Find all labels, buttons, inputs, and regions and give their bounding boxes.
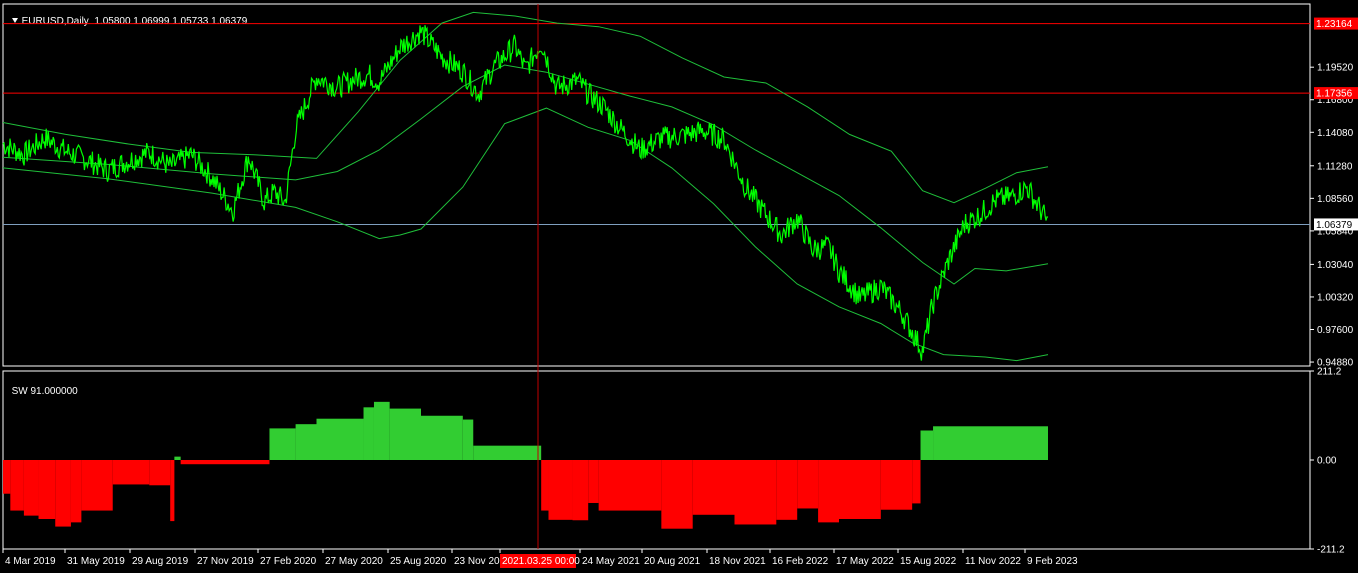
- price-tick-label: 1.19520: [1317, 63, 1354, 74]
- negative-bar: [541, 460, 549, 511]
- negative-bar: [572, 460, 589, 521]
- negative-bar: [839, 460, 881, 519]
- negative-bar: [588, 460, 599, 503]
- negative-bar: [797, 460, 819, 509]
- negative-bar: [880, 460, 913, 510]
- negative-bar: [818, 460, 839, 523]
- price-tick-label: 1.14080: [1317, 128, 1354, 139]
- time-tick-label: 9 Feb 2023: [1027, 556, 1078, 567]
- price-tick-label: 0.97600: [1317, 325, 1354, 336]
- time-tick-label: 24 May 2021: [582, 556, 640, 567]
- time-tick-label: 11 Nov 2022: [965, 556, 1021, 567]
- negative-bar: [548, 460, 573, 520]
- chart-canvas[interactable]: 1.195201.168001.140801.112801.085601.058…: [0, 0, 1358, 573]
- time-tick-label: 20 Aug 2021: [644, 556, 701, 567]
- negative-bar: [180, 460, 270, 465]
- positive-bar: [421, 415, 463, 460]
- negative-bar: [23, 460, 39, 516]
- negative-bar: [149, 460, 171, 486]
- negative-bar: [776, 460, 798, 520]
- negative-bar: [598, 460, 662, 511]
- level-price-label: 1.17356: [1316, 89, 1353, 100]
- time-tick-label: 23 Nov 202: [454, 556, 506, 567]
- positive-bar: [373, 401, 390, 460]
- positive-bar: [174, 456, 181, 460]
- price-panel-frame: [2, 3, 1311, 367]
- time-tick-label: 17 May 2022: [836, 556, 894, 567]
- time-tick-label: 15 Aug 2022: [900, 556, 957, 567]
- negative-bar: [3, 460, 11, 494]
- time-tick-label: 4 Mar 2019: [5, 556, 56, 567]
- time-tick-label: 25 Aug 2020: [390, 556, 447, 567]
- negative-bar: [81, 460, 113, 511]
- time-tick-label: 27 Nov 2019: [197, 556, 254, 567]
- positive-bar: [473, 445, 542, 460]
- time-tick-label: 18 Nov 2021: [709, 556, 766, 567]
- price-tick-label: 1.11280: [1317, 161, 1353, 172]
- positive-bar: [269, 428, 296, 460]
- time-tick-label: 29 Aug 2019: [132, 556, 189, 567]
- negative-bar: [170, 460, 175, 522]
- time-tick-label: 31 May 2019: [67, 556, 125, 567]
- positive-bar: [295, 424, 317, 460]
- negative-bar: [112, 460, 150, 485]
- negative-bar: [734, 460, 777, 525]
- price-line: [2, 25, 1049, 361]
- positive-bar: [920, 430, 934, 460]
- indicator-tick-label: -211.2: [1317, 545, 1345, 556]
- negative-bar: [661, 460, 693, 529]
- price-tick-label: 1.00320: [1317, 292, 1354, 303]
- indicator-tick-label: 211.2: [1317, 367, 1342, 378]
- time-tick-label: 16 Feb 2022: [772, 556, 829, 567]
- price-tick-label: 1.08560: [1317, 194, 1354, 205]
- positive-bar: [933, 426, 1048, 460]
- price-tick-label: 1.03040: [1317, 260, 1354, 271]
- positive-bar: [389, 408, 421, 460]
- negative-bar: [692, 460, 735, 515]
- negative-bar: [70, 460, 82, 523]
- positive-bar: [462, 419, 474, 460]
- oscillator-bars: [3, 401, 1048, 529]
- level-price-label: 1.23164: [1316, 19, 1353, 30]
- negative-bar: [912, 460, 921, 504]
- current-price-label: 1.06379: [1316, 220, 1353, 231]
- middle-band-line: [2, 64, 1049, 285]
- positive-bar: [363, 407, 374, 460]
- crosshair-date-label: 2021.03.25 00:00: [502, 556, 580, 567]
- lower-band-line: [2, 107, 1049, 362]
- time-tick-label: 27 May 2020: [325, 556, 383, 567]
- positive-bar: [316, 418, 364, 460]
- upper-band-line: [2, 11, 1049, 204]
- indicator-tick-label: 0.00: [1317, 456, 1337, 467]
- negative-bar: [38, 460, 56, 519]
- negative-bar: [10, 460, 24, 511]
- time-tick-label: 27 Feb 2020: [260, 556, 317, 567]
- negative-bar: [55, 460, 71, 527]
